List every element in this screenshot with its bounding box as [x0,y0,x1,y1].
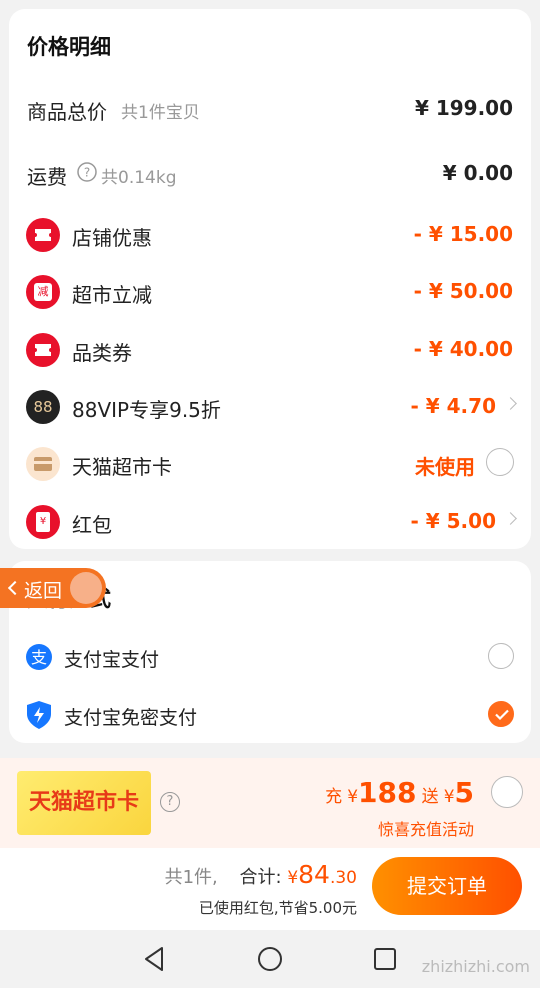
discount-row-shop: 店铺优惠 - ¥ 15.00 [9,214,531,254]
shipping-row: 运费 ? 共0.14kg ¥ 0.00 [9,153,531,193]
discount-label: 店铺优惠 [72,226,152,250]
discount-amount: - ¥ 50.00 [413,279,513,303]
promo-offer: 充 ¥188 送 ¥5 [325,776,474,809]
recents-square-icon[interactable] [370,944,400,974]
back-triangle-icon[interactable] [140,944,170,974]
red-packet-icon: ¥ [26,505,60,539]
discount-amount: - ¥ 15.00 [413,222,513,246]
total-label: 合计: [239,867,282,888]
discount-row-category: 品类券 - ¥ 40.00 [9,329,531,369]
price-detail-title: 价格明细 [27,35,111,59]
reduce-badge-icon: 减 [26,275,60,309]
discount-amount: - ¥ 4.70 [410,394,497,418]
home-circle-icon[interactable] [255,944,285,974]
payment-option-label: 支付宝免密支付 [64,707,198,729]
tmall-card-status: 未使用 [415,455,475,479]
chevron-left-icon [7,580,23,596]
discount-label: 超市立减 [72,283,152,307]
chevron-right-icon [504,512,517,525]
shipping-weight: 共0.14kg [101,168,177,188]
back-label: 返回 [24,580,63,602]
order-total: 共1件, 合计: ¥84.30 [164,860,357,889]
checkout-bar: 共1件, 合计: ¥84.30 已使用红包,节省5.00元 提交订单 [0,848,540,930]
tmall-card-badge: 天猫超市卡 [17,771,151,835]
ticket-icon [26,218,60,252]
alipay-icon: 支 [26,644,52,670]
wallet-card-icon [26,447,60,481]
submit-order-button[interactable]: 提交订单 [372,857,522,915]
vip-88-icon: 88 [26,390,60,424]
ticket-icon [26,333,60,367]
moon-icon [70,572,102,604]
payment-option-alipay-nopwd[interactable]: 支付宝免密支付 [9,693,531,737]
shipping-amount: ¥ 0.00 [442,161,513,185]
goods-total-row: 商品总价 共1件宝贝 ¥ 199.00 [9,88,531,128]
discount-label: 品类券 [72,341,132,365]
goods-total-label: 商品总价 [27,100,107,124]
chevron-right-icon [504,397,517,410]
svg-text:?: ? [84,166,90,180]
item-count: 共1件, [164,867,218,888]
promo-radio[interactable] [491,776,523,808]
shield-lightning-icon [27,701,51,729]
payment-option-label: 支付宝支付 [64,649,160,671]
promo-subtitle: 惊喜充值活动 [377,820,474,839]
discount-label: 88VIP专享9.5折 [72,398,221,422]
discount-row-red-packet[interactable]: ¥ 红包 - ¥ 5.00 [9,501,531,541]
discount-label: 天猫超市卡 [72,455,172,479]
savings-note: 已使用红包,节省5.00元 [198,899,357,917]
alipay-nopwd-radio[interactable] [488,701,514,727]
discount-row-vip[interactable]: 88 88VIP专享9.5折 - ¥ 4.70 [9,386,531,426]
help-icon[interactable]: ? [160,792,180,812]
watermark: zhizhizhi.com [421,957,530,976]
system-nav-bar: zhizhizhi.com [0,930,540,988]
discount-row-supermarket: 减 超市立减 - ¥ 50.00 [9,271,531,311]
back-button[interactable]: 返回 [0,568,106,608]
price-detail-card: 价格明细 商品总价 共1件宝贝 ¥ 199.00 运费 ? 共0.14kg ¥ … [9,9,531,549]
tmall-card-radio[interactable] [486,448,514,476]
recharge-promo-banner[interactable]: 天猫超市卡 ? 充 ¥188 送 ¥5 惊喜充值活动 [0,758,540,848]
discount-row-tmall-card[interactable]: 天猫超市卡 未使用 [9,443,531,483]
svg-text:支: 支 [31,648,47,667]
payment-option-alipay[interactable]: 支 支付宝支付 [9,635,531,679]
help-icon[interactable]: ? [77,162,97,182]
discount-label: 红包 [72,513,112,537]
discount-amount: - ¥ 5.00 [410,509,497,533]
discount-amount: - ¥ 40.00 [413,337,513,361]
alipay-radio[interactable] [488,643,514,669]
total-amount: 84 [298,860,330,889]
shipping-label: 运费 [27,165,67,189]
goods-total-amount: ¥ 199.00 [414,96,513,120]
goods-total-count: 共1件宝贝 [121,103,200,123]
